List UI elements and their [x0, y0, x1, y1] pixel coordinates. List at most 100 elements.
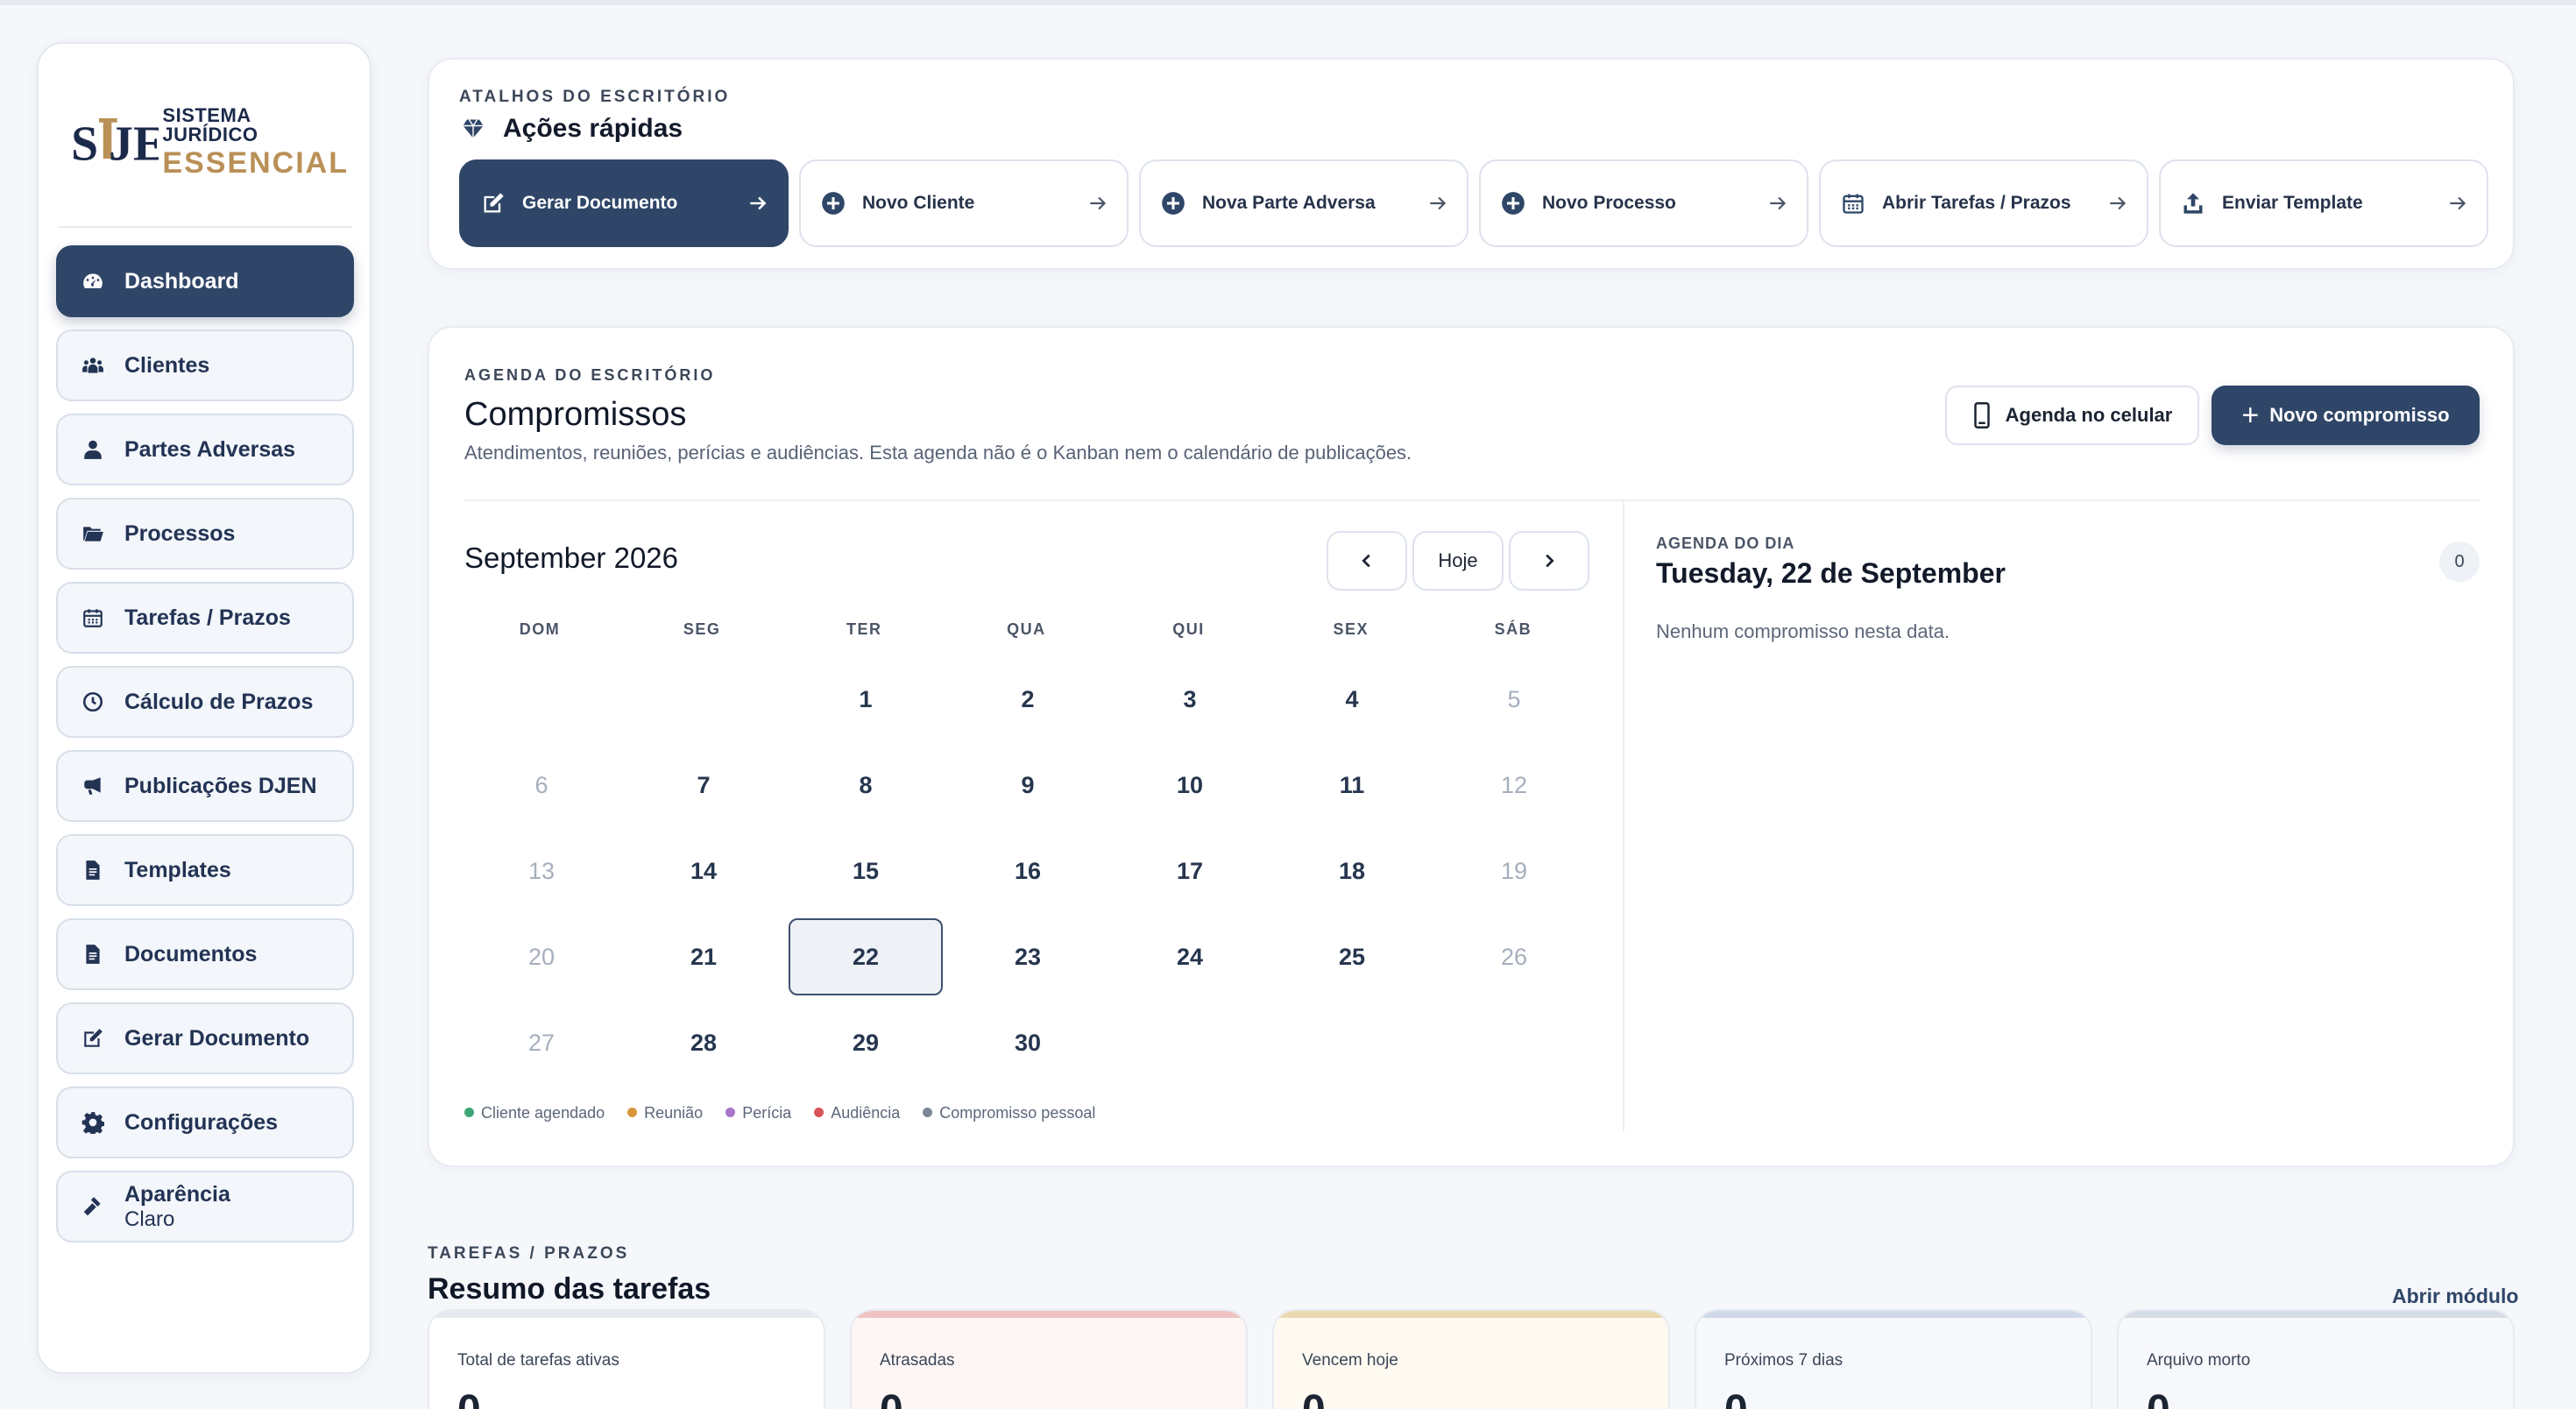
- calendar-day-3[interactable]: 3: [1113, 661, 1267, 738]
- calendar-day-26[interactable]: 26: [1437, 918, 1591, 995]
- calendar-day-15[interactable]: 15: [789, 832, 943, 910]
- stat-label: Atrasadas: [880, 1351, 955, 1370]
- sidebar-item-processos[interactable]: Processos: [56, 498, 354, 570]
- calendar-weekday-header: DOM SEG TER QUA QUI SEX SÁB: [464, 620, 1600, 639]
- calendar-day-17[interactable]: 17: [1113, 832, 1267, 910]
- sidebar-item-label: Partes Adversas: [124, 436, 296, 462]
- sidebar-item-label: Templates: [124, 857, 231, 882]
- sidebar-item-label: Dashboard: [124, 268, 239, 294]
- sidebar-item-calculo-prazos[interactable]: Cálculo de Prazos: [56, 666, 354, 738]
- calendar-day-10[interactable]: 10: [1113, 747, 1267, 824]
- top-border: [0, 0, 2576, 5]
- quick-action-novo-cliente[interactable]: Novo Cliente: [799, 159, 1129, 247]
- calendar-day-23[interactable]: 23: [951, 918, 1105, 995]
- task-stat-card[interactable]: Total de tarefas ativas 0: [428, 1309, 825, 1409]
- plus-circle-icon: [818, 188, 848, 218]
- calendar-day-25[interactable]: 25: [1275, 918, 1429, 995]
- mobile-agenda-button[interactable]: Agenda no celular: [1945, 386, 2199, 445]
- sidebar-item-dashboard[interactable]: Dashboard: [56, 245, 354, 317]
- calendar-day-29[interactable]: 29: [789, 1004, 943, 1081]
- calendar-day-28[interactable]: 28: [626, 1004, 781, 1081]
- weekday-label: SÁB: [1494, 620, 1532, 638]
- weekday-label: SEX: [1333, 620, 1369, 638]
- plus-circle-icon: [1158, 188, 1188, 218]
- calendar-day-14[interactable]: 14: [626, 832, 781, 910]
- task-stat-card[interactable]: Arquivo morto 0: [2117, 1309, 2515, 1409]
- calendar-day-9[interactable]: 9: [951, 747, 1105, 824]
- sidebar-item-templates[interactable]: Templates: [56, 834, 354, 906]
- task-stat-card[interactable]: Atrasadas 0: [850, 1309, 1248, 1409]
- diamond-icon: [463, 119, 484, 138]
- prev-month-button[interactable]: [1327, 531, 1407, 591]
- sidebar-item-publicacoes-djen[interactable]: Publicações DJEN: [56, 750, 354, 822]
- legend-label: Audiência: [831, 1104, 901, 1122]
- sidebar-item-documentos[interactable]: Documentos: [56, 918, 354, 990]
- sidebar-item-partes-adversas[interactable]: Partes Adversas: [56, 414, 354, 485]
- tasks-eyebrow: TAREFAS / PRAZOS: [428, 1244, 630, 1263]
- next-month-button[interactable]: [1509, 531, 1589, 591]
- day-appointment-count: 0: [2439, 542, 2480, 582]
- stat-accent-bar: [429, 1311, 824, 1318]
- calendar-day-2[interactable]: 2: [951, 661, 1105, 738]
- calendar-day-30[interactable]: 30: [951, 1004, 1105, 1081]
- stat-value: 0: [2147, 1386, 2170, 1409]
- calendar-day-7[interactable]: 7: [626, 747, 781, 824]
- today-button[interactable]: Hoje: [1412, 531, 1504, 591]
- stat-accent-bar: [1274, 1311, 1668, 1318]
- calendar-day-5[interactable]: 5: [1437, 661, 1591, 738]
- document-icon: [79, 940, 107, 968]
- calendar-day-21[interactable]: 21: [626, 918, 781, 995]
- quick-action-label: Gerar Documento: [522, 193, 678, 213]
- calendar-day-22[interactable]: 22: [789, 918, 943, 995]
- sidebar-item-configuracoes[interactable]: Configurações: [56, 1087, 354, 1158]
- agenda-eyebrow: AGENDA DO ESCRITÓRIO: [464, 366, 716, 384]
- stat-label: Arquivo morto: [2147, 1351, 2251, 1370]
- edit-icon: [478, 188, 508, 218]
- sidebar-item-label: Configurações: [124, 1109, 279, 1135]
- quick-action-enviar-template[interactable]: Enviar Template: [2159, 159, 2488, 247]
- weekday-label: SEG: [683, 620, 721, 638]
- users-icon: [79, 351, 107, 379]
- brand-logo[interactable]: S JE SISTEMA JURÍDICO ESSENCIAL: [68, 89, 349, 195]
- quick-action-nova-parte-adversa[interactable]: Nova Parte Adversa: [1139, 159, 1468, 247]
- calendar-day-6[interactable]: 6: [464, 747, 619, 824]
- calendar-day-4[interactable]: 4: [1275, 661, 1429, 738]
- arrow-right-icon: [745, 190, 771, 216]
- calendar-day-13[interactable]: 13: [464, 832, 619, 910]
- sidebar: S JE SISTEMA JURÍDICO ESSENCIAL Dashboar…: [37, 42, 372, 1374]
- calendar-day-1[interactable]: 1: [789, 661, 943, 738]
- phone-icon: [1973, 402, 1990, 428]
- calendar-day-18[interactable]: 18: [1275, 832, 1429, 910]
- sidebar-item-tarefas-prazos[interactable]: Tarefas / Prazos: [56, 582, 354, 654]
- legend-label: Compromisso pessoal: [939, 1104, 1096, 1122]
- sidebar-item-clientes[interactable]: Clientes: [56, 329, 354, 401]
- quick-action-gerar-documento[interactable]: Gerar Documento: [459, 159, 789, 247]
- quick-action-label: Nova Parte Adversa: [1202, 193, 1376, 213]
- open-module-link[interactable]: Abrir módulo: [2392, 1285, 2518, 1308]
- stat-accent-bar: [2119, 1311, 2513, 1318]
- calendar-icon: [1838, 188, 1868, 218]
- task-stat-card[interactable]: Vencem hoje 0: [1272, 1309, 1670, 1409]
- calendar-day-16[interactable]: 16: [951, 832, 1105, 910]
- calendar-month-label: September 2026: [464, 542, 679, 574]
- calendar-day-11[interactable]: 11: [1275, 747, 1429, 824]
- task-stat-card[interactable]: Próximos 7 dias 0: [1695, 1309, 2092, 1409]
- calendar-day-24[interactable]: 24: [1113, 918, 1267, 995]
- new-appointment-button[interactable]: + Novo compromisso: [2212, 386, 2480, 445]
- arrow-right-icon: [2105, 190, 2131, 216]
- sje-logo-mark: S JE: [71, 117, 159, 172]
- quick-actions-row: Gerar Documento Novo Cliente Nova Parte …: [459, 159, 2488, 247]
- calendar-day-27[interactable]: 27: [464, 1004, 619, 1081]
- calendar-day-12[interactable]: 12: [1437, 747, 1591, 824]
- quick-action-novo-processo[interactable]: Novo Processo: [1479, 159, 1808, 247]
- day-empty-message: Nenhum compromisso nesta data.: [1656, 620, 1950, 642]
- calendar-day-20[interactable]: 20: [464, 918, 619, 995]
- sidebar-item-aparencia[interactable]: Aparência Claro: [56, 1171, 354, 1243]
- plus-icon: +: [2241, 399, 2260, 432]
- sidebar-item-label: Cálculo de Prazos: [124, 689, 314, 714]
- quick-action-abrir-tarefas[interactable]: Abrir Tarefas / Prazos: [1819, 159, 2148, 247]
- sidebar-item-gerar-documento[interactable]: Gerar Documento: [56, 1002, 354, 1074]
- calendar-day-19[interactable]: 19: [1437, 832, 1591, 910]
- stat-label: Vencem hoje: [1302, 1351, 1398, 1370]
- calendar-day-8[interactable]: 8: [789, 747, 943, 824]
